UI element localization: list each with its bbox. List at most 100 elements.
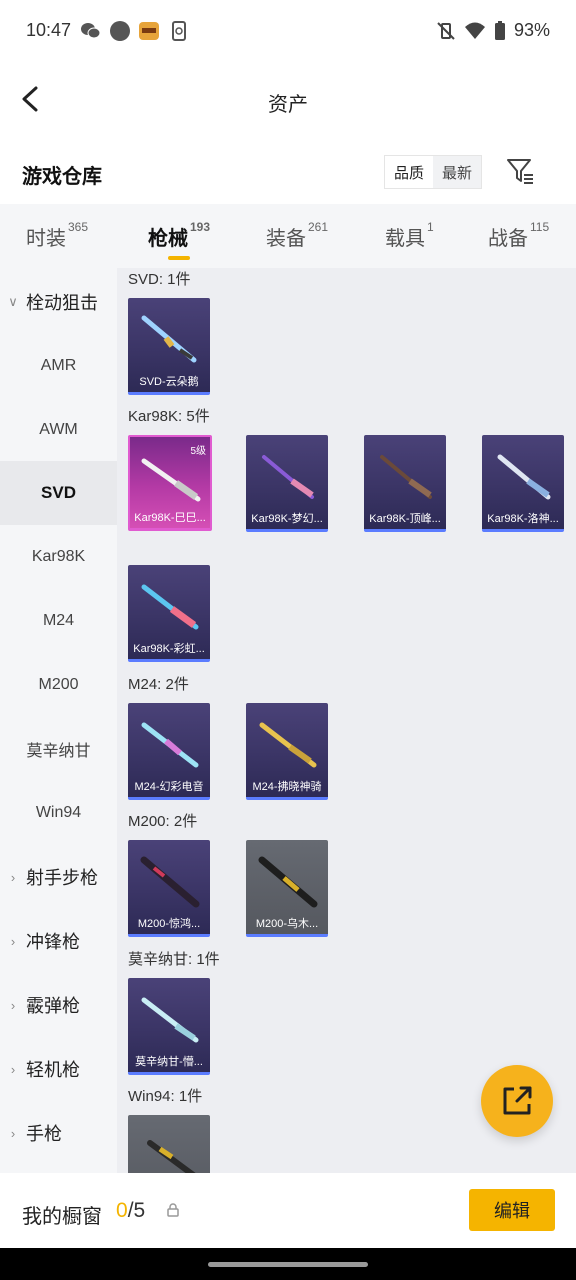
showcase-label: 我的橱窗 [22,1206,102,1228]
sidebar-group-marksman[interactable]: › 射手步枪 [0,845,117,909]
rifle-icon [141,315,197,363]
chevron-right-icon: › [10,1125,16,1141]
chevron-right-icon: › [10,1061,16,1077]
weapon-card[interactable]: M200-惊鸿... [128,840,210,937]
rifle-icon [140,856,200,908]
weapon-card[interactable]: SVD-云朵鹅 [128,298,210,395]
tab-count: 1 [427,220,434,234]
tab-label: 载具 [385,228,425,250]
chevron-right-icon: › [10,869,16,885]
tab-equipment[interactable]: 装备261 [266,220,328,251]
battery-level: 93% [513,20,550,40]
tab-count: 193 [190,220,211,234]
section-title: M200: 2件 [128,813,198,830]
sort-toggle: 品质 最新 [384,155,482,189]
sidebar-group-lmg[interactable]: › 轻机枪 [0,1037,117,1101]
weapon-card[interactable]: Kar98K-顶峰... [364,435,446,532]
weapon-card-label: M24-拂晓神骑 [252,781,322,793]
external-link-icon [503,1086,532,1115]
sidebar-group-label: 冲锋枪 [26,932,80,952]
tab-vehicles[interactable]: 载具1 [385,220,434,251]
weapon-card[interactable]: 5级 Kar98K-巳巳... [128,435,212,531]
status-bar: 10:47 93% [0,0,576,62]
mute-vibrate-icon [437,21,455,40]
weapon-card[interactable]: 莫辛纳甘-懵... [128,978,210,1075]
weapon-card-label: 莫辛纳甘-懵... [135,1056,203,1068]
rifle-icon [141,997,199,1043]
sidebar-item-win94[interactable]: Win94 [0,781,117,845]
sidebar-item-awm[interactable]: AWM [0,398,117,462]
chevron-down-icon: ∨ [8,294,18,309]
system-nav-bar [0,1248,576,1280]
warehouse-title: 游戏仓库 [22,166,102,188]
sidebar-item-m24[interactable]: M24 [0,589,117,653]
sidebar-group-label: 轻机枪 [26,1060,80,1080]
rifle-icon [262,455,314,499]
weapon-card-label: Kar98K-顶峰... [369,513,441,525]
category-tabs: 时装365 枪械193 装备261 载具1 战备115 [0,204,576,268]
rifle-icon [141,722,199,768]
sidebar-item-mosin[interactable]: 莫辛纳甘 [0,717,117,781]
section-title: M24: 2件 [128,676,189,693]
weapon-card-label: M200-惊鸿... [137,918,201,930]
rifle-icon [147,1140,196,1173]
weapon-card[interactable]: M24-拂晓神骑 [246,703,328,800]
rifle-icon [497,454,551,500]
weapon-type-sidebar: ∨ 栓动狙击 AMR AWM SVD Kar98K M24 M200 莫辛纳甘 … [0,268,117,1173]
home-gesture-handle[interactable] [208,1262,368,1267]
tab-supplies[interactable]: 战备115 [488,220,550,251]
tab-label: 枪械 [148,228,188,250]
edit-button[interactable]: 编辑 [469,1189,555,1231]
sidebar-group-pistol[interactable]: › 手枪 [0,1101,117,1165]
sidebar-group-label: 霰弹枪 [26,996,80,1016]
tab-count: 365 [68,220,89,234]
tab-fashion[interactable]: 时装365 [26,220,89,251]
rifle-icon [259,722,317,768]
game-app-icon [139,22,159,40]
sidebar-item-amr[interactable]: AMR [0,334,117,398]
section-title: Kar98K: 5件 [128,408,210,425]
sidebar-group-label: 栓动狙击 [26,293,98,313]
weapon-card-label: Kar98K-洛神... [487,513,559,525]
weapon-card[interactable] [128,1115,210,1173]
rifle-icon [258,856,318,908]
tab-guns[interactable]: 枪械193 [148,220,211,260]
sidebar-group-bolt-action[interactable]: ∨ 栓动狙击 [0,270,117,334]
weapon-grid: SVD: 1件 SVD-云朵鹅 Kar98K: 5件 5级 Kar98K-巳巳.… [117,268,576,1173]
showcase-total: /5 [127,1199,146,1222]
active-tab-indicator [168,256,190,260]
battery-icon [494,20,505,40]
sidebar-group-smg[interactable]: › 冲锋枪 [0,909,117,973]
weapon-card[interactable]: M24-幻彩电音 [128,703,210,800]
lock-icon [167,1203,179,1217]
share-fab-button[interactable] [481,1065,553,1137]
weapon-card-label: Kar98K-彩虹... [133,643,205,655]
section-title: Win94: 1件 [128,1088,203,1105]
rifle-icon [380,455,432,499]
showcase-current: 0 [116,1199,128,1222]
chevron-right-icon: › [10,997,16,1013]
weapon-card[interactable]: Kar98K-梦幻... [246,435,328,532]
chevron-right-icon: › [10,933,16,949]
sort-quality-button[interactable]: 品质 [385,156,433,188]
sidebar-group-shotgun[interactable]: › 霰弹枪 [0,973,117,1037]
weapon-card-label: M24-幻彩电音 [134,781,204,793]
weapon-card[interactable]: Kar98K-洛神... [482,435,564,532]
tab-count: 115 [530,220,550,234]
status-right: 93% [436,20,550,41]
sidebar-item-kar98k[interactable]: Kar98K [0,525,117,589]
weapon-card-label: SVD-云朵鹅 [139,376,199,388]
filter-icon[interactable] [505,156,535,186]
weapon-card[interactable]: Kar98K-彩虹... [128,565,210,662]
sidebar-item-m200[interactable]: M200 [0,653,117,717]
sidebar-item-svd[interactable]: SVD [0,461,117,525]
tab-label: 时装 [26,228,66,250]
sort-newest-button[interactable]: 最新 [433,156,481,188]
weapon-card-label: Kar98K-巳巳... [134,512,206,524]
weapon-card[interactable]: M200-乌木... [246,840,328,937]
wechat-icon [81,23,101,39]
showcase-count: 0/5 [116,1199,145,1223]
status-time: 10:47 [26,20,72,40]
tab-label: 装备 [266,228,306,250]
weapon-card-label: Kar98K-梦幻... [251,513,323,525]
